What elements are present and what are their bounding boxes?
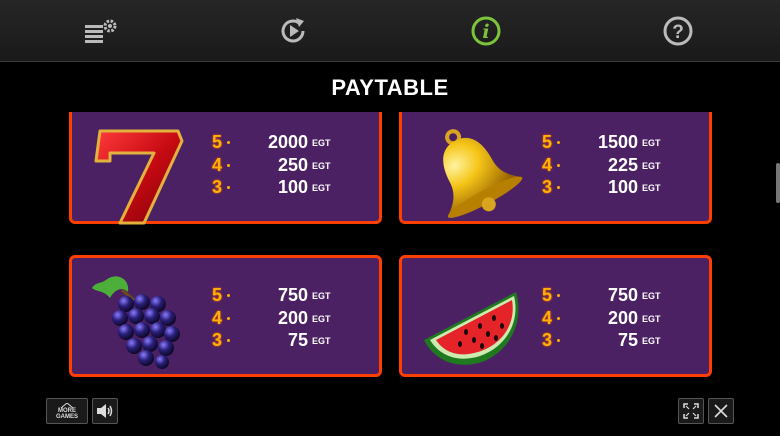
payout-amount: 100 [607, 177, 638, 197]
dot [227, 339, 230, 342]
top-bar: i ? [0, 0, 780, 62]
dot [227, 294, 230, 297]
svg-text:?: ? [672, 22, 684, 43]
symbol-count: 4 [211, 307, 222, 328]
settings-button[interactable] [83, 13, 119, 49]
symbol-count: 5 [541, 285, 552, 305]
watermelon-symbol-icon [424, 292, 519, 365]
payout-unit: EGT [312, 313, 331, 324]
payout-amount: 200 [607, 307, 638, 328]
payout-row: 4 200 EGT [208, 308, 378, 331]
symbol-count: 4 [541, 307, 552, 328]
payout-unit: EGT [642, 183, 661, 193]
symbol-count: 5 [211, 285, 222, 305]
more-games-button[interactable]: MORE GAMES [46, 398, 88, 424]
payout-amount: 100 [277, 177, 308, 197]
bell-symbol-icon [443, 129, 523, 218]
payout-row: 5 750 EGT [538, 285, 708, 308]
dot [227, 316, 230, 320]
payout-unit: EGT [642, 291, 661, 301]
paytable-grid: 5 2000 EGT 4 250 EGT 3 100 EGT 5 1500 EGT 4 225 EG… [0, 112, 780, 384]
fullscreen-icon [683, 403, 699, 419]
payout-amount: 750 [607, 285, 638, 305]
sound-button[interactable] [92, 398, 118, 424]
symbol-count: 5 [541, 132, 552, 152]
payout-rows: 5 2000 EGT 4 250 EGT 3 100 EGT [208, 132, 378, 200]
dot [227, 186, 230, 189]
dot [557, 163, 560, 167]
svg-text:i: i [482, 21, 489, 43]
payout-unit: EGT [642, 313, 661, 324]
paytable-panel-watermelon: 5 750 EGT 4 200 EGT 3 75 EGT [399, 255, 712, 377]
payout-amount: 1500 [597, 132, 638, 152]
payout-amount: 225 [607, 154, 638, 175]
payout-unit: EGT [642, 138, 661, 148]
seven-symbol-icon [94, 129, 184, 225]
symbol-count: 5 [211, 132, 222, 152]
paytable-panel-bell: 5 1500 EGT 4 225 EGT 3 100 EGT [399, 112, 712, 224]
payout-amount: 2000 [267, 132, 308, 152]
page-title: PAYTABLE [331, 75, 449, 100]
paytable-panel-grapes: 5 750 EGT 4 200 EGT 3 75 EGT [69, 255, 382, 377]
payout-row: 4 225 EGT [538, 155, 708, 178]
symbol-count: 4 [541, 154, 552, 175]
dot [557, 141, 560, 144]
payout-row: 3 75 EGT [208, 330, 378, 353]
symbol-count: 3 [211, 330, 222, 350]
payout-row: 5 1500 EGT [538, 132, 708, 155]
payout-unit: EGT [312, 291, 331, 301]
payout-rows: 5 1500 EGT 4 225 EGT 3 100 EGT [538, 132, 708, 200]
help-icon: ? [663, 16, 693, 46]
scrollbar-thumb[interactable] [776, 163, 780, 203]
payout-amount: 75 [617, 330, 638, 350]
close-icon [714, 404, 728, 418]
payout-unit: EGT [312, 160, 331, 171]
payout-row: 5 2000 EGT [208, 132, 378, 155]
paytable-panel-seven: 5 2000 EGT 4 250 EGT 3 100 EGT [69, 112, 382, 225]
more-games-label-2: GAMES [55, 413, 78, 420]
payout-amount: 250 [277, 154, 308, 175]
payout-unit: EGT [312, 138, 331, 148]
payout-row: 4 200 EGT [538, 308, 708, 331]
dot [557, 186, 560, 189]
dot [557, 339, 560, 342]
payout-amount: 75 [287, 330, 308, 350]
fullscreen-button[interactable] [678, 398, 704, 424]
info-icon: i [471, 16, 501, 46]
payout-unit: EGT [642, 336, 661, 346]
symbol-count: 4 [211, 154, 222, 175]
symbol-count: 3 [541, 177, 552, 197]
help-button[interactable]: ? [660, 13, 696, 49]
payout-rows: 5 750 EGT 4 200 EGT 3 75 EGT [208, 285, 378, 353]
payout-unit: EGT [312, 183, 331, 193]
payout-rows: 5 750 EGT 4 200 EGT 3 75 EGT [538, 285, 708, 353]
grapes-symbol-icon [92, 276, 180, 369]
payout-amount: 750 [277, 285, 308, 305]
payout-unit: EGT [312, 336, 331, 346]
dot [227, 163, 230, 167]
dot [227, 141, 230, 144]
payout-row: 3 100 EGT [538, 177, 708, 200]
symbol-count: 3 [211, 177, 222, 197]
info-button[interactable]: i [468, 13, 504, 49]
autoplay-icon [281, 18, 305, 43]
sound-icon [97, 404, 113, 418]
close-button[interactable] [708, 398, 734, 424]
payout-row: 3 100 EGT [208, 177, 378, 200]
settings-stack-icon [85, 19, 117, 43]
payout-unit: EGT [642, 160, 661, 171]
payout-row: 3 75 EGT [538, 330, 708, 353]
autoplay-button[interactable] [275, 13, 311, 49]
payout-row: 5 750 EGT [208, 285, 378, 308]
dot [557, 294, 560, 297]
payout-amount: 200 [277, 307, 308, 328]
dot [557, 316, 560, 320]
symbol-count: 3 [541, 330, 552, 350]
payout-row: 4 250 EGT [208, 155, 378, 178]
